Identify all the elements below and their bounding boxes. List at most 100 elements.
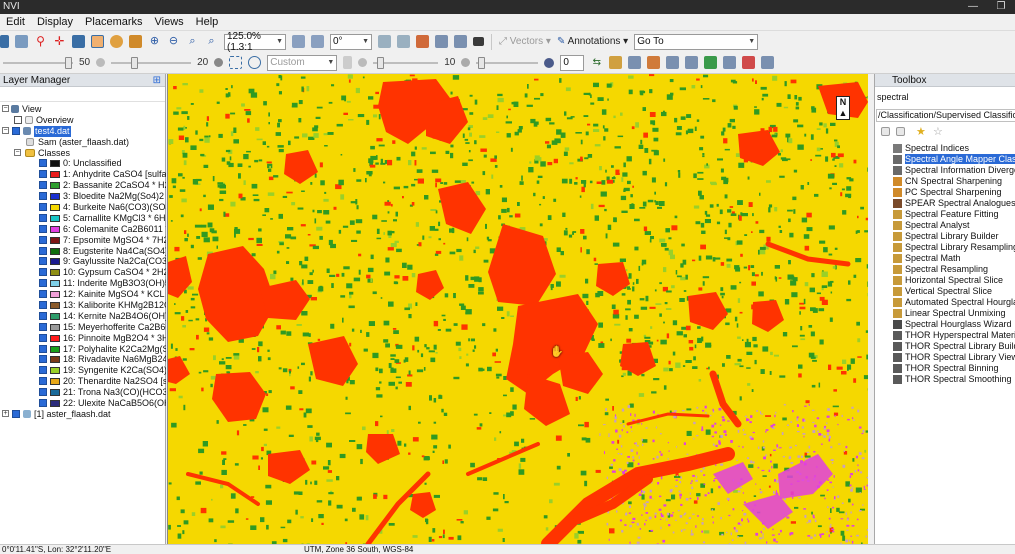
toolbox-item[interactable]: THOR Spectral Library Viewer [880, 352, 1015, 363]
rotation-combo[interactable]: 0°▼ [330, 34, 372, 50]
fly-icon[interactable] [129, 35, 142, 48]
class-item[interactable]: 3: Bloedite Na2Mg(So4)2 * 3H [0, 191, 166, 202]
blend-value-box[interactable]: 0 [560, 55, 584, 71]
measure-icon[interactable] [397, 35, 410, 48]
class-item[interactable]: 15: Meyerhofferite Ca2B6O6( [0, 322, 166, 333]
portal-icon[interactable] [461, 58, 470, 67]
rotate-right-icon[interactable] [311, 35, 324, 48]
class-checkbox[interactable] [39, 377, 47, 385]
toolbox-item[interactable]: Horizontal Spectral Slice [880, 275, 1015, 286]
class-checkbox[interactable] [39, 312, 47, 320]
collapse-icon[interactable]: − [14, 149, 21, 156]
tree-overview-node[interactable]: Overview [0, 115, 166, 126]
class-checkbox[interactable] [39, 159, 47, 167]
class-item[interactable]: 1: Anhydrite CaSO4 [sulfate-nc [0, 169, 166, 180]
class-checkbox[interactable] [39, 225, 47, 233]
chart-icon[interactable] [435, 35, 448, 48]
class-checkbox[interactable] [39, 170, 47, 178]
class-checkbox[interactable] [39, 355, 47, 363]
class-checkbox[interactable] [39, 192, 47, 200]
class-checkbox[interactable] [39, 290, 47, 298]
toolbox-item[interactable]: CN Spectral Sharpening [880, 176, 1015, 187]
sharpen-icon[interactable] [214, 58, 223, 67]
map-view[interactable]: N▲ ✋ [167, 74, 868, 544]
stretch-circle-icon[interactable] [248, 56, 261, 69]
toolbox-item[interactable]: THOR Spectral Library Builder [880, 341, 1015, 352]
class-checkbox[interactable] [39, 323, 47, 331]
class-item[interactable]: 9: Gaylussite Na2Ca(CO3)2 * 5 [0, 256, 166, 267]
class-checkbox[interactable] [39, 247, 47, 255]
slider-knob[interactable] [131, 57, 138, 69]
spectral-icon[interactable] [454, 35, 467, 48]
tree-view-node[interactable]: − View [0, 104, 166, 115]
stretch-reset-icon[interactable] [343, 56, 352, 69]
vectors-button[interactable]: ⤢ Vectors ▾ [499, 36, 551, 47]
pin-panel-icon[interactable]: ⊞ [153, 74, 161, 87]
tree-second-layer-node[interactable]: + [1] aster_flaash.dat [0, 409, 166, 420]
slider-knob[interactable] [65, 57, 72, 69]
toolbox-item[interactable]: Vertical Spectral Slice [880, 286, 1015, 297]
class-item[interactable]: 5: Carnallite KMgCl3 * 6H20 [s [0, 213, 166, 224]
class-checkbox[interactable] [39, 268, 47, 276]
collapse-icon[interactable]: − [2, 127, 9, 134]
slider-knob[interactable] [478, 57, 485, 69]
toolbox-item[interactable]: Spectral Math [880, 253, 1015, 264]
class-item[interactable]: 22: Ulexite NaCaB5O6(OH)6 * [0, 398, 166, 409]
slider-knob[interactable] [377, 57, 384, 69]
toolbox-item[interactable]: Linear Spectral Unmixing [880, 308, 1015, 319]
class-checkbox[interactable] [39, 257, 47, 265]
brightness-slider[interactable] [3, 55, 73, 71]
toolbox-item[interactable]: SPEAR Spectral Analogues [880, 198, 1015, 209]
class-checkbox[interactable] [39, 345, 47, 353]
menu-views[interactable]: Views [155, 16, 184, 28]
overview-checkbox[interactable] [14, 116, 22, 124]
menu-placemarks[interactable]: Placemarks [85, 16, 142, 28]
class-item[interactable]: 8: Eugsterite Na4Ca(SO4)3 * 2 [0, 246, 166, 257]
class-item[interactable]: 19: Syngenite K2Ca(SO4)2 * H [0, 365, 166, 376]
toolbox-item[interactable]: Spectral Library Resampling [880, 242, 1015, 253]
rotate-icon[interactable] [110, 35, 123, 48]
zoom-fixed-icon[interactable]: ⌕ [186, 35, 199, 48]
contrast-icon[interactable] [96, 58, 105, 67]
rotate-left-icon[interactable] [292, 35, 305, 48]
tree-classes-node[interactable]: − Classes [0, 148, 166, 159]
stretch-icon[interactable] [229, 56, 242, 69]
zoom-full-icon[interactable]: ⌕ [205, 35, 218, 48]
expand-all-icon[interactable] [896, 127, 905, 136]
class-item[interactable]: 18: Rivadavite Na6MgB24O40 [0, 354, 166, 365]
class-item[interactable]: 14: Kernite Na2B4O6(OH)2 * 3 [0, 311, 166, 322]
transparency-slider[interactable] [373, 55, 438, 71]
select-icon[interactable] [72, 35, 85, 48]
toolbox-item[interactable]: PC Spectral Sharpening [880, 187, 1015, 198]
opacity-icon[interactable] [358, 58, 367, 67]
class-item[interactable]: 21: Trona Na3(CO)(HCO3) * 2 [0, 387, 166, 398]
class-item[interactable]: 20: Thenardite Na2SO4 [sulfat [0, 376, 166, 387]
profile-tool-icon[interactable] [647, 56, 660, 69]
swap-icon[interactable]: ⇆ [590, 56, 603, 69]
flicker-icon[interactable] [704, 56, 717, 69]
class-item[interactable]: 6: Colemanite Ca2B6011 * 5H [0, 224, 166, 235]
toolbox-item[interactable]: Spectral Library Builder [880, 231, 1015, 242]
toolbox-item[interactable]: Automated Spectral Hourglass [880, 297, 1015, 308]
class-checkbox[interactable] [39, 388, 47, 396]
toolbox-item[interactable]: THOR Spectral Binning [880, 363, 1015, 374]
tree-sam-node[interactable]: Sam (aster_flaash.dat) [0, 137, 166, 148]
crosshair-icon[interactable]: ✛ [53, 35, 66, 48]
class-item[interactable]: 16: Pinnoite MgB2O4 * 3H2O [0, 333, 166, 344]
stretch-combo[interactable]: Custom▼ [267, 55, 337, 71]
class-item[interactable]: 13: Kaliborite KHMg2B12O16( [0, 300, 166, 311]
favorite-icon[interactable]: ★ [916, 127, 927, 138]
file-checkbox[interactable] [12, 127, 20, 135]
collapse-all-icon[interactable] [881, 127, 890, 136]
chart-tool-icon[interactable] [609, 56, 622, 69]
zoom-out-icon[interactable]: ⊖ [167, 35, 180, 48]
toolbox-item[interactable]: Spectral Angle Mapper Classificatio [880, 154, 1015, 165]
pin-icon[interactable]: ⚲ [34, 35, 47, 48]
class-item[interactable]: 17: Polyhalite K2Ca2Mg(SO4) [0, 344, 166, 355]
class-item[interactable]: 12: Kainite MgSO4 * KCL * 3H [0, 289, 166, 300]
class-checkbox[interactable] [39, 366, 47, 374]
class-checkbox[interactable] [39, 279, 47, 287]
class-item[interactable]: 4: Burkeite Na6(CO3)(SO4)2 [s [0, 202, 166, 213]
menu-edit[interactable]: Edit [6, 16, 25, 28]
minimize-button[interactable]: — [959, 0, 987, 14]
